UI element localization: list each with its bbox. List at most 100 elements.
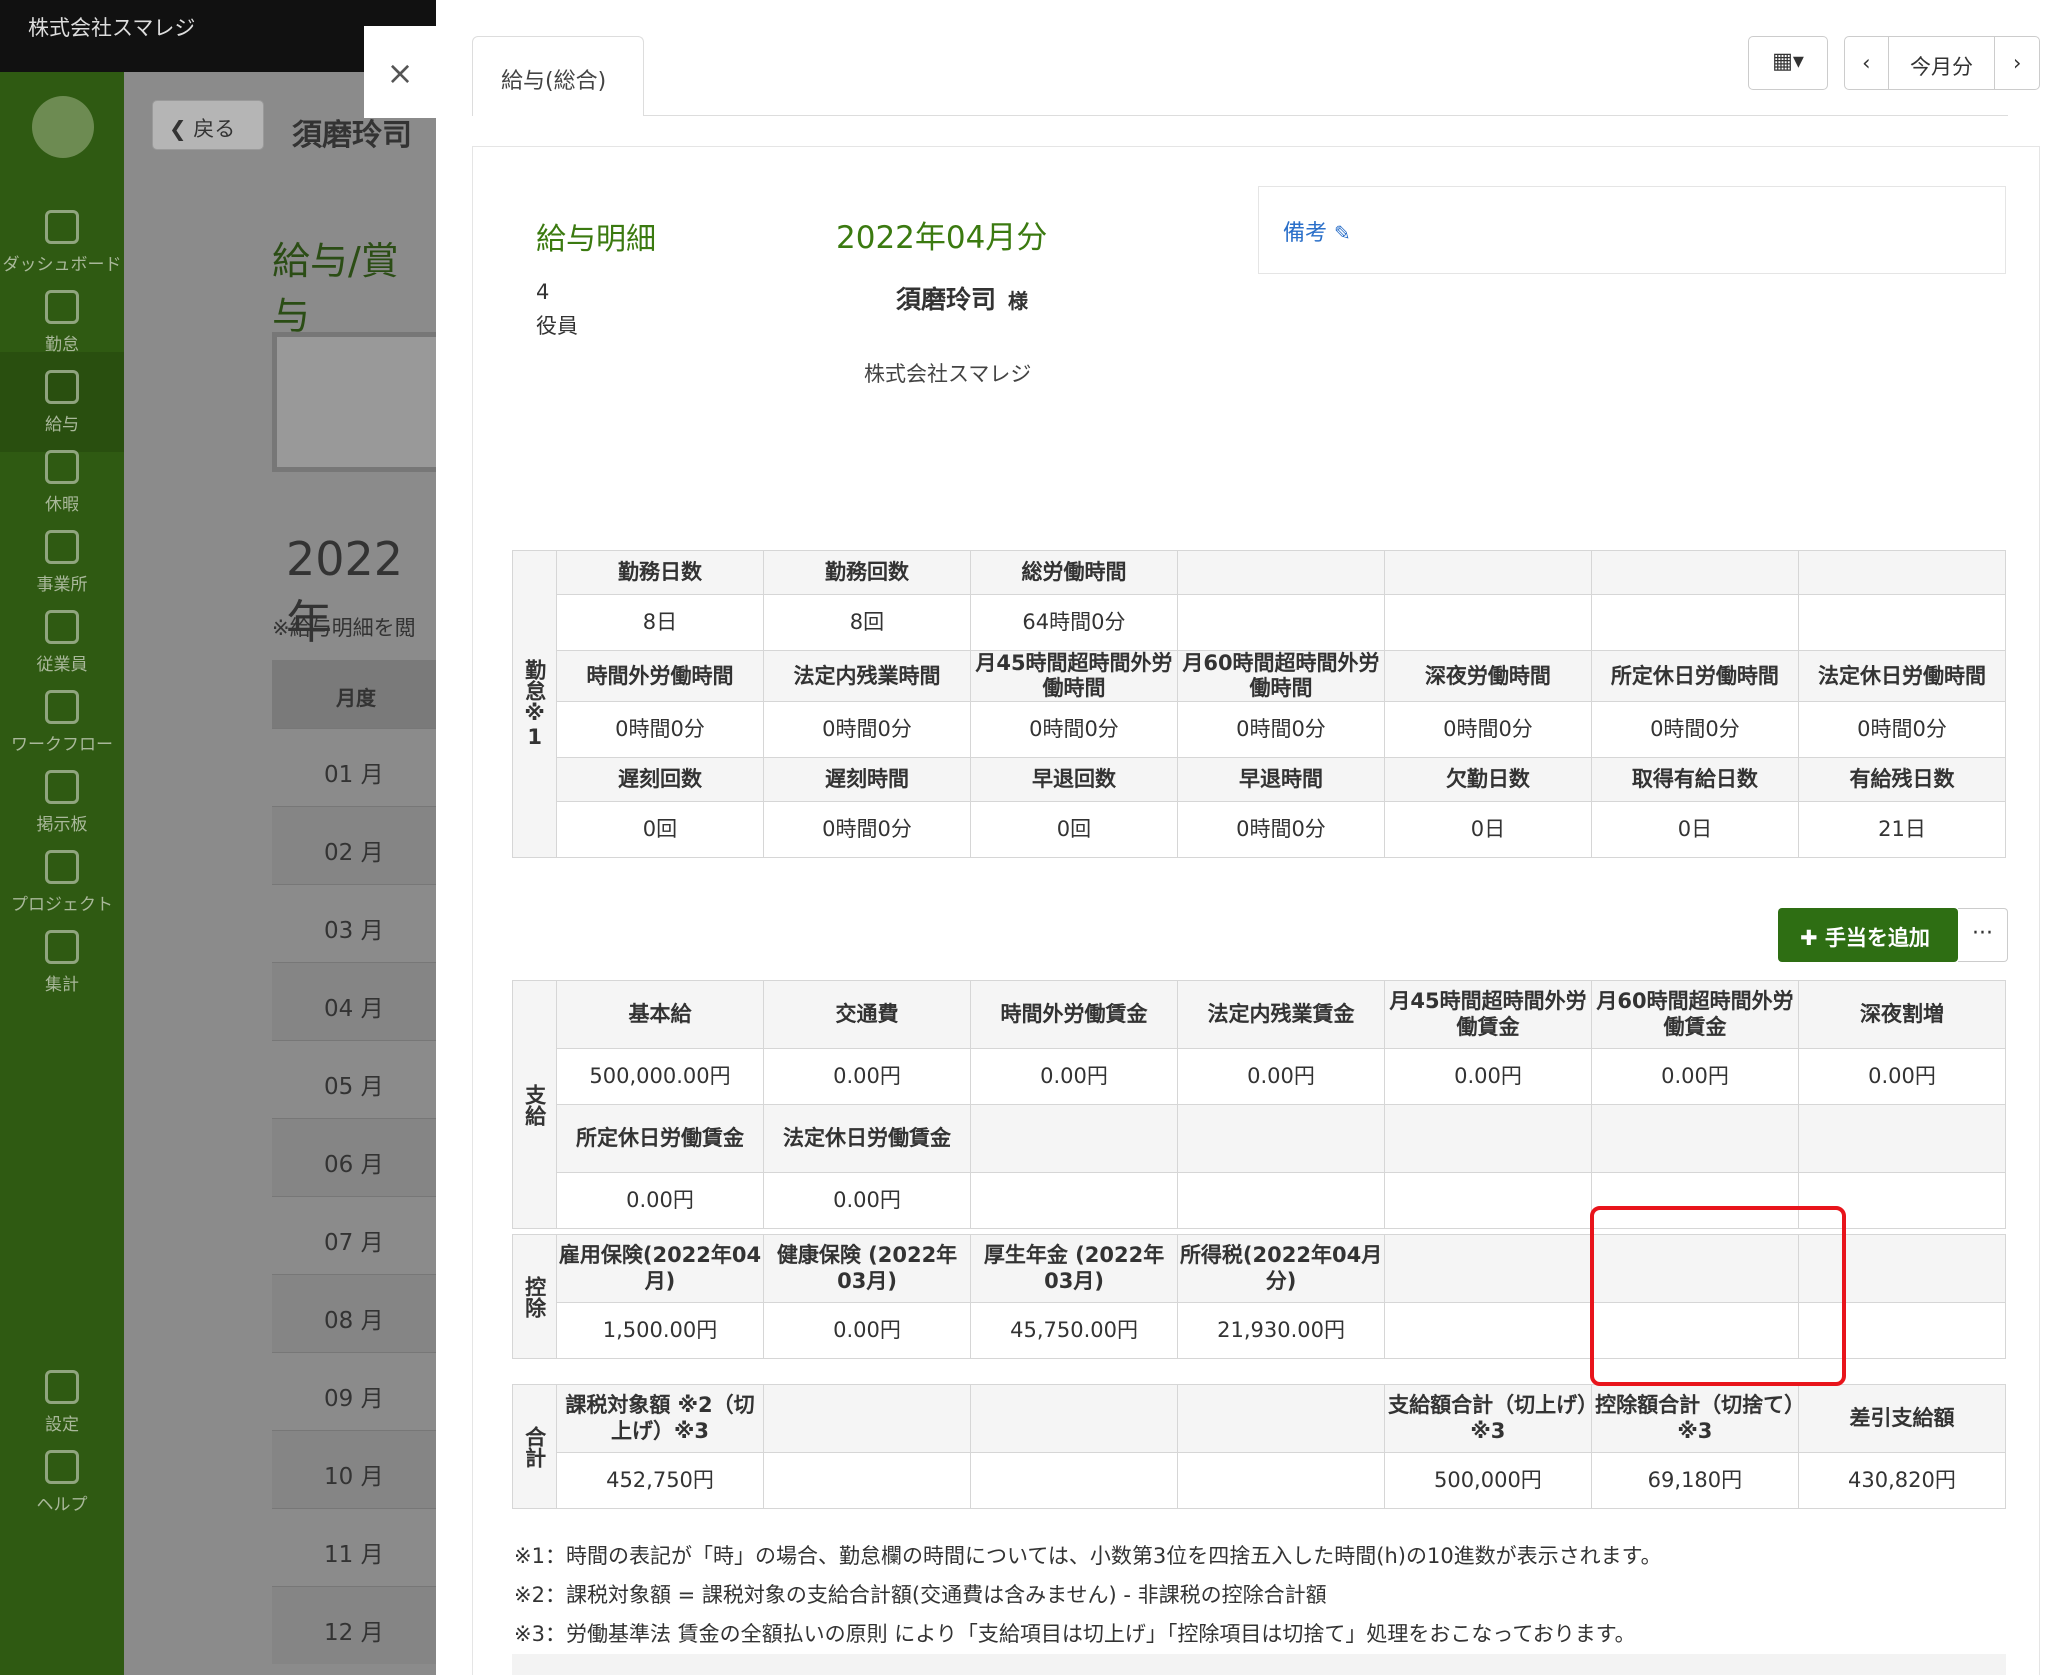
- column-header: 早退時間: [1176, 757, 1385, 803]
- column-header: [1590, 1104, 1799, 1173]
- cell-value: 0時間0分: [762, 801, 971, 859]
- value-row: 0回 0時間0分 0回 0時間0分 0日 0日 21日: [513, 801, 2007, 859]
- month-row[interactable]: 05 月: [272, 1040, 452, 1118]
- month-row[interactable]: 08 月: [272, 1274, 452, 1352]
- cell-value: 430,820円: [1797, 1452, 2007, 1509]
- help-icon: [45, 1450, 79, 1484]
- column-header: [1176, 550, 1385, 595]
- calendar-icon[interactable]: ▦▾: [1748, 36, 1828, 90]
- current-month-button[interactable]: 今月分: [1889, 37, 1996, 89]
- value-row: 8日 8回 64時間0分: [513, 594, 2007, 651]
- section-label: 勤怠※1: [512, 549, 557, 859]
- month-navigation: ‹ 今月分 ›: [1844, 36, 2040, 90]
- chart-icon: [45, 930, 79, 964]
- column-header: 法定休日労働時間: [1797, 649, 2007, 703]
- month-row[interactable]: 02 月: [272, 806, 452, 884]
- highlight-box: [1590, 1206, 1846, 1386]
- add-allowance-button[interactable]: ✚ 手当を追加: [1778, 908, 1958, 962]
- cell-value: 0日: [1590, 801, 1799, 859]
- month-row[interactable]: 10 月: [272, 1430, 452, 1508]
- column-header: [1383, 1104, 1592, 1173]
- month-row[interactable]: 04 月: [272, 962, 452, 1040]
- column-header: 勤務日数: [555, 550, 764, 595]
- cell-value: 0.00円: [763, 1302, 972, 1359]
- close-icon[interactable]: ×: [364, 26, 436, 118]
- tab-divider: [644, 115, 2008, 116]
- month-column-header: 月度: [272, 660, 452, 728]
- value-row: 452,750円 500,000円 69,180円 430,820円: [513, 1452, 2007, 1509]
- umbrella-icon: [45, 450, 79, 484]
- cell-value: 0.00円: [1177, 1048, 1385, 1105]
- cell-value: 0.00円: [1590, 1048, 1799, 1105]
- month-row[interactable]: 06 月: [272, 1118, 452, 1196]
- calculation-info-bar[interactable]: [512, 1654, 2006, 1675]
- cell-value: [1384, 1302, 1593, 1359]
- column-header: 遅刻回数: [555, 757, 764, 803]
- payslip-modal: 給与(総合) ▦▾ ‹ 今月分 › 給与明細 2022年04月分 4 役員 須磨…: [436, 0, 2048, 1675]
- home-icon: [45, 530, 79, 564]
- column-header: 厚生年金 (2022年03月): [970, 1234, 1179, 1303]
- back-button[interactable]: ❮ 戻る: [152, 100, 264, 150]
- cell-value: 0回: [555, 801, 764, 859]
- tab-salary-total[interactable]: 給与(総合): [472, 36, 644, 116]
- cell-value: 0時間0分: [1176, 701, 1385, 759]
- section-label: 支給: [512, 980, 557, 1229]
- column-header: 法定休日労働賃金: [763, 1104, 972, 1173]
- avatar[interactable]: [32, 96, 94, 158]
- sidebar-item-chart[interactable]: 集計: [0, 912, 124, 1012]
- cell-value: 0時間0分: [1176, 801, 1385, 859]
- employee-role: 役員: [536, 314, 578, 338]
- sidebar-item-help[interactable]: ヘルプ: [0, 1432, 124, 1532]
- calculator-icon: [45, 370, 79, 404]
- employee-number: 4: [536, 280, 550, 304]
- attendance-table: 勤怠※1 勤務日数 勤務回数 総労働時間 8日 8回 64時間0分 時間外労働時間 法定内残業時…: [512, 549, 2007, 859]
- cell-value: [1176, 594, 1385, 651]
- column-header: 所得税(2022年04月分): [1177, 1234, 1386, 1303]
- more-options-button[interactable]: ···: [1958, 908, 2008, 962]
- column-header: 勤務回数: [762, 550, 971, 595]
- gear-icon: [45, 1370, 79, 1404]
- column-header: 時間外労働時間: [555, 649, 764, 703]
- month-row[interactable]: 12 月: [272, 1586, 452, 1664]
- month-row[interactable]: 11 月: [272, 1508, 452, 1586]
- user-icon: [45, 610, 79, 644]
- column-header: [1176, 1384, 1385, 1453]
- column-header: 月45時間超時間外労働時間: [969, 649, 1178, 703]
- value-row: 0時間0分 0時間0分 0時間0分 0時間0分 0時間0分 0時間0分 0時間0分: [513, 701, 2007, 759]
- next-month-button[interactable]: ›: [1995, 37, 2039, 89]
- column-header: 交通費: [763, 980, 972, 1049]
- month-row[interactable]: 09 月: [272, 1352, 452, 1430]
- column-header: 月60時間超時間外労働賃金: [1590, 980, 1799, 1049]
- dashboard-icon: [45, 210, 79, 244]
- column-header: 法定内残業賃金: [1177, 980, 1385, 1049]
- remarks-link[interactable]: 備考: [1283, 221, 1327, 246]
- previous-month-button[interactable]: ‹: [1845, 37, 1889, 89]
- remarks-box[interactable]: 備考 ✎: [1258, 186, 2006, 274]
- cell-value: 0時間0分: [1797, 701, 2007, 759]
- column-header: [1383, 550, 1592, 595]
- cell-value: 69,180円: [1590, 1452, 1799, 1509]
- column-header: 取得有給日数: [1590, 757, 1799, 803]
- cell-value: [1797, 594, 2007, 651]
- pencil-icon[interactable]: ✎: [1334, 221, 1351, 245]
- cell-value: 21,930.00円: [1177, 1302, 1386, 1359]
- cell-value: [969, 1452, 1178, 1509]
- cell-value: 0.00円: [970, 1048, 1178, 1105]
- column-header: 課税対象額 ※2（切上げ）※3: [555, 1384, 765, 1453]
- column-header: 遅刻時間: [762, 757, 971, 803]
- footnote-2: ※2：課税対象額 = 課税対象の支給合計額(交通費は含みません) - 非課税の控…: [514, 1583, 1327, 1607]
- month-row[interactable]: 03 月: [272, 884, 452, 962]
- column-header: [1797, 1104, 2007, 1173]
- cell-value: 64時間0分: [969, 594, 1178, 651]
- month-row[interactable]: 01 月: [272, 728, 452, 806]
- payslip-title: 給与明細: [536, 222, 656, 257]
- payment-table: 支給 基本給 交通費 時間外労働賃金 法定内残業賃金 月45時間超時間外労働賃金 月60時間…: [512, 980, 2007, 1229]
- column-header: 控除額合計（切捨て）※3: [1590, 1384, 1799, 1453]
- month-row[interactable]: 07 月: [272, 1196, 452, 1274]
- background-note: ※給与明細を閲: [272, 616, 416, 640]
- sidebar: ダッシュボード 勤怠 給与 休暇 事業所 従業員 ワークフロー 掲示板 プロジェクト 集計 設定 ヘル…: [0, 72, 124, 1675]
- header-row: 支給 基本給 交通費 時間外労働賃金 法定内残業賃金 月45時間超時間外労働賃金 月60時間…: [512, 980, 2007, 1229]
- cell-value: [1177, 1172, 1385, 1229]
- column-header: 欠勤日数: [1383, 757, 1592, 803]
- value-row: 500,000.00円 0.00円 0.00円 0.00円 0.00円 0.00円 0.00…: [513, 1048, 2007, 1105]
